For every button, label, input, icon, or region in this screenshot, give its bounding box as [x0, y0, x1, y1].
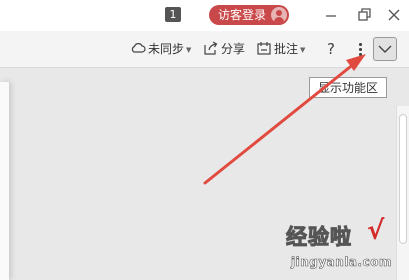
- close-button[interactable]: [385, 6, 403, 24]
- help-button[interactable]: ?: [327, 40, 335, 58]
- visitor-login-label: 访客登录: [218, 8, 267, 22]
- window-count-badge[interactable]: 1: [165, 7, 181, 22]
- document-page-edge: [0, 82, 9, 280]
- cloud-sync-icon: [131, 43, 146, 53]
- minimize-icon: [326, 15, 336, 17]
- chevron-down-icon: [378, 45, 392, 53]
- watermark-site-name: 经验啦: [286, 225, 352, 250]
- restore-button[interactable]: [355, 6, 373, 24]
- vertical-scrollbar[interactable]: [396, 106, 409, 280]
- scrollbar-thumb[interactable]: [399, 114, 407, 244]
- avatar-icon: [271, 7, 287, 23]
- visitor-login-button[interactable]: 访客登录: [209, 5, 289, 25]
- title-bar: 1 访客登录: [0, 0, 409, 31]
- comment-dropdown-icon: ▼: [300, 46, 306, 54]
- close-icon: [388, 9, 400, 21]
- restore-icon: [358, 8, 371, 21]
- share-icon: [204, 41, 218, 55]
- show-ribbon-button[interactable]: [373, 37, 397, 61]
- share-label: 分享: [221, 42, 246, 56]
- comment-icon: [257, 42, 271, 55]
- comment-label: 批注: [274, 42, 299, 56]
- more-options-icon[interactable]: [355, 40, 365, 58]
- comment-button[interactable]: 批注 ▼: [256, 40, 305, 58]
- ribbon-toolbar: 未同步 ▼ 分享 批注 ▼ ?: [0, 31, 409, 68]
- sync-button[interactable]: 未同步 ▼: [130, 40, 191, 58]
- share-button[interactable]: 分享: [203, 40, 245, 58]
- watermark-site-url: jingyanla.com: [291, 255, 392, 270]
- sync-dropdown-icon: ▼: [186, 46, 192, 54]
- show-ribbon-tooltip: 显示功能区: [309, 77, 387, 98]
- watermark-checkmark-icon: √: [367, 216, 385, 246]
- sync-label: 未同步: [148, 42, 185, 56]
- minimize-button[interactable]: [322, 6, 340, 24]
